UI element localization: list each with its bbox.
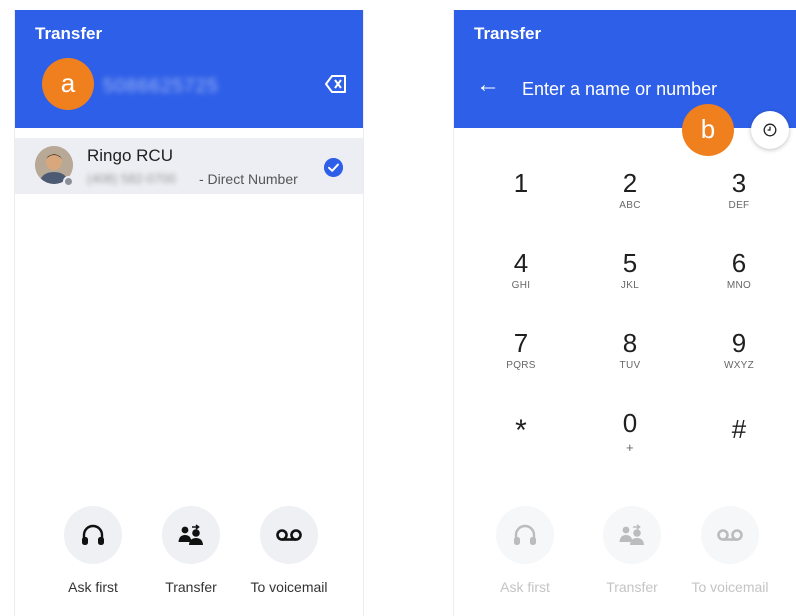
- search-input[interactable]: [522, 76, 762, 102]
- call-history-button[interactable]: [751, 111, 789, 149]
- transfer-actions: Ask first Transfer To voicemail: [15, 506, 363, 616]
- dialpad-key-8[interactable]: 8 TUV: [585, 328, 675, 394]
- contact-list-item[interactable]: Ringo RCU (408) 582-0700 - Direct Number: [15, 138, 363, 194]
- transfer-label: Transfer: [606, 579, 658, 595]
- transfer-panel-dialpad: Transfer ← 1 2ABC 3DEF 4GHI 5JKL 6MNO 7P…: [453, 10, 796, 616]
- ask-first-button[interactable]: Ask first: [475, 506, 575, 595]
- header-title: Transfer: [35, 24, 103, 43]
- contact-name: Ringo RCU: [87, 146, 173, 165]
- dialpad-key-1[interactable]: 1: [476, 168, 566, 234]
- dialpad-key-6[interactable]: 6 MNO: [694, 248, 784, 314]
- callout-marker-b: b: [682, 104, 734, 156]
- transfer-label: Transfer: [165, 579, 217, 595]
- clock-icon: [763, 123, 777, 137]
- transfer-button[interactable]: Transfer: [582, 506, 682, 595]
- dialpad-key-4[interactable]: 4 GHI: [476, 248, 566, 314]
- contact-number: (408) 582-0700: [87, 171, 176, 186]
- dialpad-key-9[interactable]: 9 WXYZ: [694, 328, 784, 394]
- checkmark-icon: [324, 158, 343, 177]
- callout-marker-a: a: [42, 58, 94, 110]
- headset-icon: [514, 524, 536, 545]
- dialpad-key-3[interactable]: 3 DEF: [694, 168, 784, 234]
- dialpad-key-0[interactable]: 0 +: [585, 408, 675, 474]
- to-voicemail-button[interactable]: To voicemail: [680, 506, 780, 595]
- voicemail-icon: [717, 529, 743, 541]
- to-voicemail-button[interactable]: To voicemail: [239, 506, 339, 595]
- transfer-icon: [178, 524, 203, 545]
- voicemail-icon: [276, 529, 302, 541]
- ask-first-button[interactable]: Ask first: [43, 506, 143, 595]
- backspace-icon[interactable]: [325, 74, 347, 94]
- back-arrow-icon[interactable]: ←: [476, 72, 502, 98]
- header-title: Transfer: [474, 24, 542, 43]
- headset-icon: [82, 524, 104, 545]
- dialed-number: 5086625725: [103, 76, 219, 97]
- dialpad-key-hash[interactable]: #: [694, 414, 784, 480]
- to-voicemail-label: To voicemail: [691, 579, 769, 595]
- dialpad-key-star[interactable]: *: [476, 416, 566, 482]
- dialpad-key-7[interactable]: 7 PQRS: [476, 328, 566, 394]
- transfer-actions: Ask first Transfer To voicemail: [454, 506, 796, 616]
- transfer-icon: [619, 524, 644, 545]
- dialpad-key-5[interactable]: 5 JKL: [585, 248, 675, 314]
- to-voicemail-label: To voicemail: [250, 579, 328, 595]
- transfer-header: Transfer ←: [454, 10, 796, 128]
- presence-status-icon: [63, 176, 74, 187]
- ask-first-label: Ask first: [68, 579, 118, 595]
- transfer-button[interactable]: Transfer: [141, 506, 241, 595]
- contact-number-type: - Direct Number: [199, 171, 298, 187]
- ask-first-label: Ask first: [500, 579, 550, 595]
- dialpad-key-2[interactable]: 2 ABC: [585, 168, 675, 234]
